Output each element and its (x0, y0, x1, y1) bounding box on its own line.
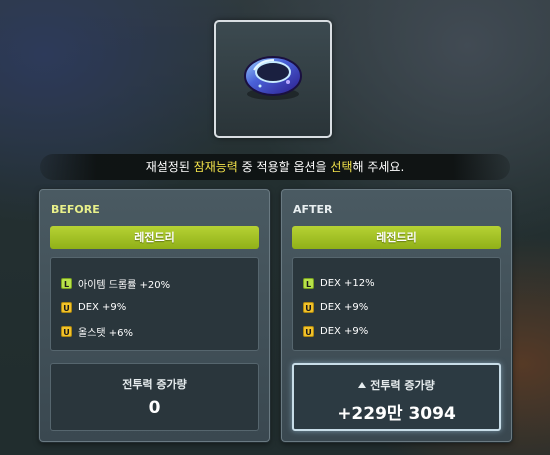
combat-power-label: 전투력 증가량 (294, 377, 499, 393)
unique-grade-icon: U (303, 301, 314, 313)
option-list: L DEX +12% U DEX +9% U DEX +9% (292, 257, 501, 351)
ring-icon (244, 56, 302, 100)
combat-power-label-text: 전투력 증가량 (370, 379, 435, 392)
after-option-panel[interactable]: AFTER 레전드리 L DEX +12% U DEX +9% U DEX +9… (281, 189, 512, 442)
option-line: L 아이템 드롭률 +20% (61, 276, 171, 291)
option-text: DEX +9% (320, 325, 369, 337)
option-list: L 아이템 드롭률 +20% U DEX +9% U 올스탯 +6% (50, 257, 259, 351)
option-line: U DEX +9% (303, 324, 368, 338)
option-text: DEX +12% (320, 277, 375, 289)
unique-grade-icon: U (61, 301, 72, 313)
legendary-grade-icon: L (303, 277, 314, 289)
option-line: L DEX +12% (303, 276, 375, 290)
option-line: U DEX +9% (61, 300, 126, 314)
panel-title: AFTER (293, 203, 333, 216)
option-text: DEX +9% (78, 301, 127, 313)
option-text: 아이템 드롭률 +20% (78, 279, 171, 291)
option-text: DEX +9% (320, 301, 369, 313)
instruction-highlight-select: 선택 (330, 160, 353, 174)
instruction-text: 해 주세요. (352, 160, 405, 174)
combat-power-value: +229만 3094 (337, 404, 456, 424)
instruction-text: 중 적용할 옵션을 (237, 160, 331, 174)
legendary-grade-icon: L (61, 277, 72, 289)
combat-power-value: 0 (148, 398, 161, 418)
option-text: 올스탯 +6% (78, 327, 134, 339)
instruction-highlight-potential: 잠재능력 (193, 160, 238, 174)
combat-power-box: 전투력 증가량 +229만 3094 (292, 363, 501, 431)
grade-bar: 레전드리 (50, 226, 259, 249)
grade-bar: 레전드리 (292, 226, 501, 249)
increase-arrow-icon (358, 382, 367, 388)
panel-title: BEFORE (51, 203, 100, 216)
combat-power-box: 전투력 증가량 0 (50, 363, 259, 431)
before-option-panel[interactable]: BEFORE 레전드리 L 아이템 드롭률 +20% U DEX +9% U 올… (39, 189, 270, 442)
instruction-banner: 재설정된 잠재능력 중 적용할 옵션을 선택해 주세요. (40, 154, 510, 180)
combat-power-label: 전투력 증가량 (122, 378, 187, 391)
instruction-text: 재설정된 (145, 160, 194, 174)
option-line: U 올스탯 +6% (61, 324, 134, 339)
unique-grade-icon: U (303, 325, 314, 337)
option-line: U DEX +9% (303, 300, 368, 314)
unique-grade-icon: U (61, 325, 72, 337)
item-slot (214, 20, 332, 138)
